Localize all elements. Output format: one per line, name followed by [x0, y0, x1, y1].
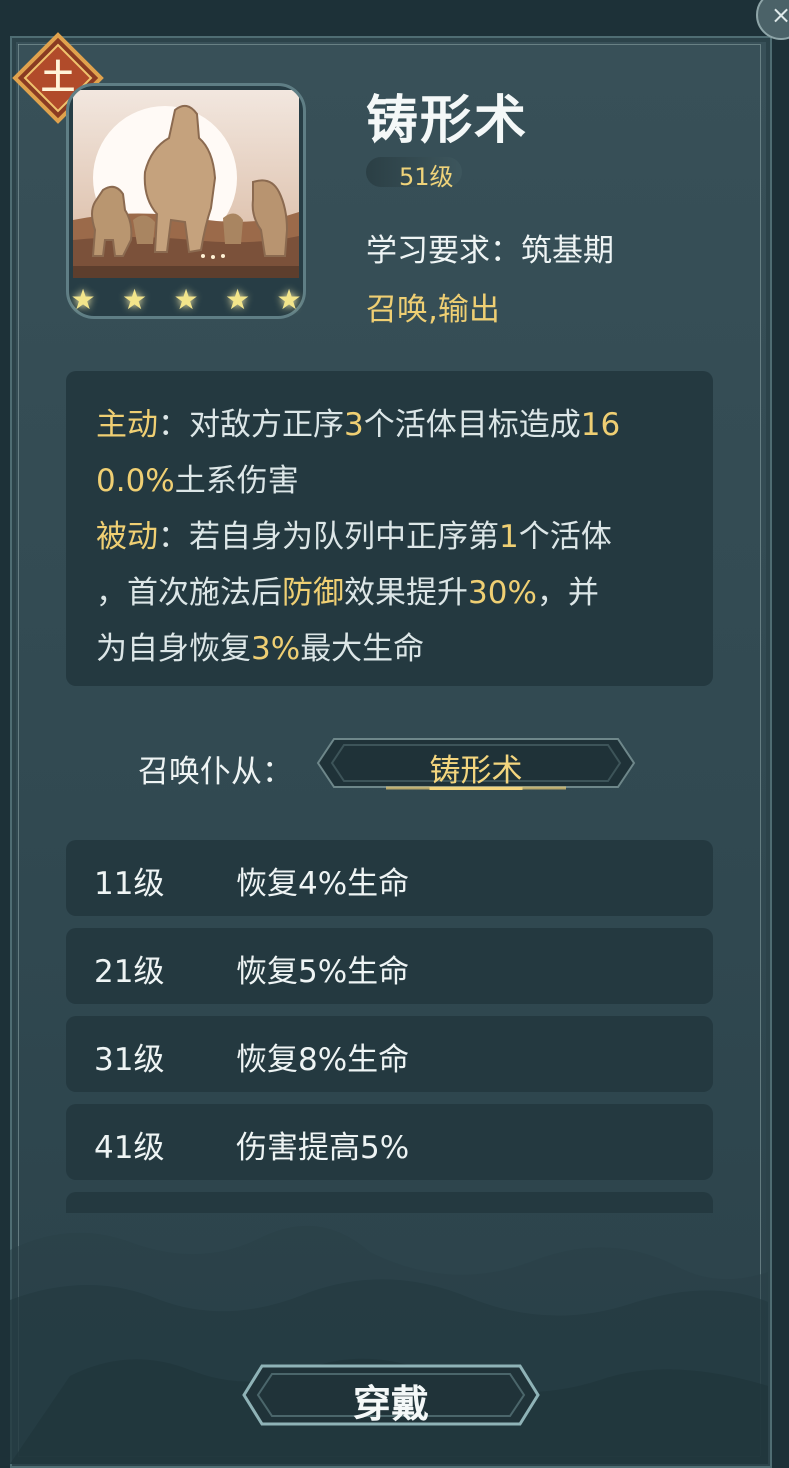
star-rating: ★ ★ ★ ★ ★: [64, 286, 308, 314]
star-icon: ★: [276, 283, 302, 316]
skill-title: 铸形术: [366, 91, 529, 151]
star-icon: ★: [121, 283, 148, 316]
learning-requirement: 学习要求：筑基期: [366, 233, 614, 269]
close-icon: ×: [770, 1, 789, 29]
description-line-1: 主动：对敌方正序3个活体目标造成16: [96, 407, 621, 443]
earth-golem-illustration: [73, 90, 299, 278]
summon-servant-label: 铸形术: [429, 753, 523, 789]
upgrade-list: 11级 恢复4%生命 21级 恢复5%生命 31级 恢复8%生命 41级 伤害提…: [66, 840, 713, 1213]
active-label: 主动: [96, 407, 158, 443]
description-line-3: 被动：若自身为队列中正序第1个活体: [96, 519, 612, 555]
close-button[interactable]: ×: [756, 0, 789, 40]
star-icon: ★: [173, 283, 199, 316]
upgrade-effect: 恢复5%生命: [236, 954, 410, 990]
list-item: 21级 恢复5%生命: [66, 928, 713, 1004]
upgrade-effect: 恢复4%生命: [236, 866, 410, 902]
upgrade-level: 11级: [94, 866, 165, 902]
upgrade-effect: 伤害提高5%: [236, 1130, 410, 1166]
upgrade-level: 31级: [94, 1042, 165, 1078]
upgrade-effect: 恢复8%生命: [236, 1042, 410, 1078]
list-item: 31级 恢复8%生命: [66, 1016, 713, 1092]
passive-label: 被动: [96, 519, 158, 555]
frame-top-line: [18, 44, 760, 45]
upgrade-level: 41级: [94, 1130, 165, 1166]
description-line-5: 为自身恢复3%最大生命: [96, 631, 425, 667]
description-line-4: ，首次施法后防御效果提升30%，并: [96, 575, 599, 611]
star-icon: ★: [224, 283, 251, 316]
skill-description-box: 主动：对敌方正序3个活体目标造成16 0.0%土系伤害 被动：若自身为队列中正序…: [66, 371, 713, 686]
wear-button[interactable]: 穿戴: [238, 1358, 544, 1432]
summon-servant-button[interactable]: 铸形术: [316, 733, 636, 793]
summon-label: 召唤仆从：: [138, 754, 293, 790]
upgrade-level: 21级: [94, 954, 165, 990]
star-icon: ★: [70, 283, 96, 316]
skill-level: 51级: [399, 163, 454, 191]
skill-tags: 召唤,输出: [366, 292, 500, 328]
description-line-2: 0.0%土系伤害: [96, 463, 299, 499]
list-item: 41级 伤害提高5%: [66, 1104, 713, 1180]
wear-label: 穿戴: [352, 1382, 429, 1426]
list-item: 11级 恢复4%生命: [66, 840, 713, 916]
